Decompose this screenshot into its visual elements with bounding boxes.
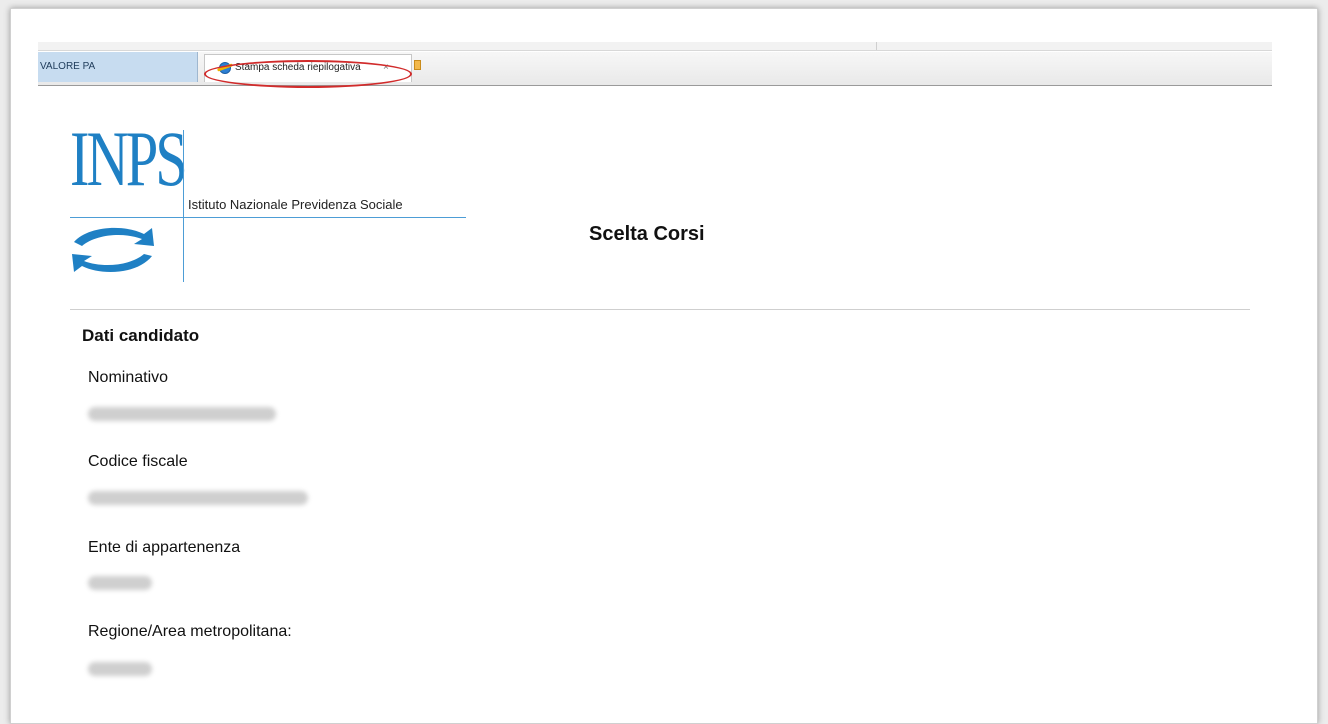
favorites-item-valore-pa[interactable]: VALORE PA: [38, 52, 198, 82]
new-tab-icon[interactable]: [414, 60, 421, 70]
field-value-regione-redacted: [88, 662, 152, 676]
logo-subtitle: Istituto Nazionale Previdenza Sociale: [188, 197, 403, 212]
field-value-nominativo-redacted: [88, 407, 276, 421]
favorites-item-label: VALORE PA: [40, 61, 96, 72]
field-label-ente: Ente di appartenenza: [88, 539, 241, 556]
field-label-codice-fiscale: Codice fiscale: [88, 453, 188, 470]
screenshot-frame: [10, 8, 1318, 724]
field-label-regione: Regione/Area metropolitana:: [88, 623, 292, 640]
field-value-codice-fiscale-redacted: [88, 491, 308, 505]
header-divider: [70, 309, 1250, 310]
inps-arrows-icon: [72, 227, 154, 272]
logo-horizontal-rule: [70, 217, 466, 218]
address-bar-strip: [38, 42, 1272, 51]
page-title: Scelta Corsi: [589, 223, 705, 245]
section-title-dati-candidato: Dati candidato: [82, 326, 200, 345]
inps-logo-text: INPS: [70, 115, 188, 202]
field-value-ente-redacted: [88, 576, 152, 590]
address-bar-separator: [876, 42, 877, 50]
field-label-nominativo: Nominativo: [88, 369, 169, 386]
logo-vertical-rule: [183, 130, 184, 282]
tab-highlight-annotation: [204, 60, 412, 88]
